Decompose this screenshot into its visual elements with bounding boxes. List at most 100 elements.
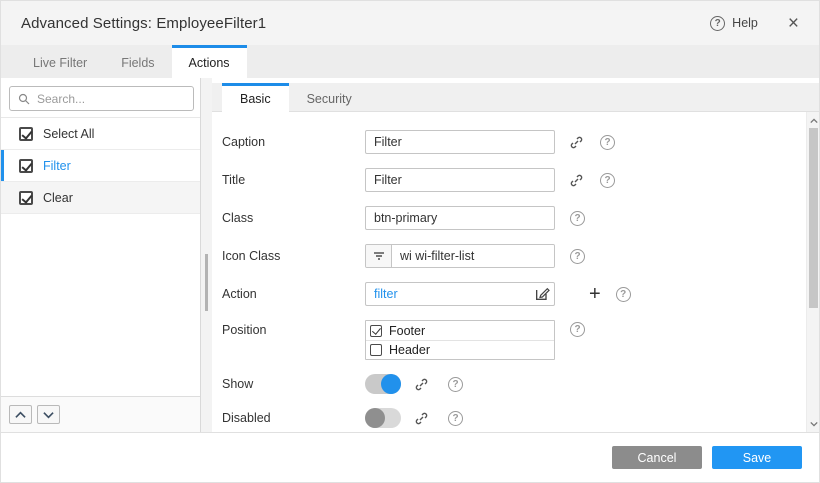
scroll-thumb[interactable] — [205, 254, 208, 311]
actions-list: Select All Filter Clear — [1, 118, 200, 396]
checkbox[interactable] — [19, 127, 33, 141]
tab-security[interactable]: Security — [289, 83, 370, 112]
tab-live-filter[interactable]: Live Filter — [16, 45, 104, 78]
move-down-button[interactable] — [37, 405, 60, 424]
close-icon[interactable]: × — [788, 14, 799, 33]
checkbox[interactable] — [370, 325, 382, 337]
field-label: Position — [222, 320, 365, 337]
chevron-down-icon — [43, 411, 54, 419]
search-area — [1, 78, 200, 118]
bind-link-icon[interactable] — [568, 172, 585, 189]
caption-input[interactable] — [365, 130, 555, 154]
reorder-toolbar — [1, 396, 200, 432]
advanced-settings-dialog: Advanced Settings: EmployeeFilter1 ? Hel… — [0, 0, 820, 483]
title-input[interactable] — [365, 168, 555, 192]
action-value-box[interactable]: filter — [365, 282, 555, 306]
field-label: Class — [222, 211, 365, 225]
panel-divider-scrollbar[interactable] — [201, 78, 212, 432]
list-item-filter[interactable]: Filter — [1, 150, 200, 182]
tab-label: Basic — [240, 92, 271, 106]
tab-label: Actions — [189, 56, 230, 70]
move-up-button[interactable] — [9, 405, 32, 424]
field-label: Caption — [222, 135, 365, 149]
search-icon — [18, 93, 30, 105]
help-icon[interactable]: ? — [570, 249, 585, 264]
scroll-thumb[interactable] — [809, 128, 818, 308]
tab-label: Security — [307, 92, 352, 106]
tab-fields[interactable]: Fields — [104, 45, 171, 78]
chevron-up-icon — [15, 411, 26, 419]
help-label: Help — [732, 16, 758, 30]
help-icon[interactable]: ? — [600, 135, 615, 150]
field-row-action: Action filter + ? — [222, 282, 795, 306]
list-item-label: Clear — [43, 191, 73, 205]
vertical-scrollbar[interactable] — [806, 112, 819, 432]
add-action-button[interactable]: + — [589, 284, 601, 304]
help-icon[interactable]: ? — [570, 322, 585, 337]
properties-panel: Basic Security Caption ? Title — [212, 78, 819, 432]
search-box — [9, 86, 194, 111]
cancel-button[interactable]: Cancel — [612, 446, 702, 469]
option-label: Footer — [389, 324, 425, 338]
field-label: Show — [222, 377, 365, 391]
tab-actions[interactable]: Actions — [172, 45, 247, 78]
bind-link-icon[interactable] — [568, 134, 585, 151]
field-row-title: Title ? — [222, 168, 795, 192]
dialog-body: Select All Filter Clear — [1, 78, 819, 432]
tab-label: Live Filter — [33, 56, 87, 70]
main-tab-bar: Live Filter Fields Actions — [1, 45, 819, 78]
property-form: Caption ? Title ? Class — [212, 112, 819, 432]
list-item-label: Select All — [43, 127, 94, 141]
position-option-header[interactable]: Header — [366, 340, 554, 359]
dialog-header: Advanced Settings: EmployeeFilter1 ? Hel… — [1, 1, 819, 45]
field-row-show: Show ? — [222, 374, 795, 394]
scroll-up-icon[interactable] — [807, 114, 819, 127]
checkbox[interactable] — [19, 159, 33, 173]
property-tab-bar: Basic Security — [212, 83, 819, 112]
dialog-footer: Cancel Save — [1, 432, 819, 482]
tab-basic[interactable]: Basic — [222, 83, 289, 112]
show-toggle[interactable] — [365, 374, 401, 394]
search-input[interactable] — [37, 92, 185, 106]
help-icon[interactable]: ? — [570, 211, 585, 226]
position-option-footer[interactable]: Footer — [366, 321, 554, 340]
page-title: Advanced Settings: EmployeeFilter1 — [21, 15, 266, 32]
toggle-knob — [365, 408, 385, 428]
bind-link-icon[interactable] — [413, 376, 430, 393]
help-icon[interactable]: ? — [448, 377, 463, 392]
help-icon[interactable]: ? — [616, 287, 631, 302]
field-row-caption: Caption ? — [222, 130, 795, 154]
edit-action-icon[interactable] — [532, 284, 552, 304]
field-label: Disabled — [222, 411, 365, 425]
checkbox[interactable] — [19, 191, 33, 205]
filter-list-icon — [366, 245, 392, 267]
field-label: Title — [222, 173, 365, 187]
bind-link-icon[interactable] — [413, 410, 430, 427]
option-label: Header — [389, 343, 430, 357]
actions-sidebar: Select All Filter Clear — [1, 78, 201, 432]
class-input[interactable] — [365, 206, 555, 230]
help-button[interactable]: ? Help — [710, 16, 758, 31]
help-icon: ? — [710, 16, 725, 31]
field-label: Icon Class — [222, 249, 365, 263]
list-item-clear[interactable]: Clear — [1, 182, 200, 214]
icon-class-group — [365, 244, 555, 268]
help-icon[interactable]: ? — [600, 173, 615, 188]
checkbox[interactable] — [370, 344, 382, 356]
scroll-down-icon[interactable] — [807, 417, 819, 430]
field-row-icon-class: Icon Class ? — [222, 244, 795, 268]
list-item-select-all[interactable]: Select All — [1, 118, 200, 150]
save-button[interactable]: Save — [712, 446, 802, 469]
field-row-class: Class ? — [222, 206, 795, 230]
disabled-toggle[interactable] — [365, 408, 401, 428]
field-row-disabled: Disabled ? — [222, 408, 795, 428]
icon-class-input[interactable] — [392, 245, 554, 267]
toggle-knob — [381, 374, 401, 394]
field-row-position: Position Footer Header ? — [222, 320, 795, 360]
field-label: Action — [222, 287, 365, 301]
list-item-label: Filter — [43, 159, 71, 173]
action-value: filter — [374, 287, 532, 301]
position-listbox: Footer Header — [365, 320, 555, 360]
help-icon[interactable]: ? — [448, 411, 463, 426]
tab-label: Fields — [121, 56, 154, 70]
